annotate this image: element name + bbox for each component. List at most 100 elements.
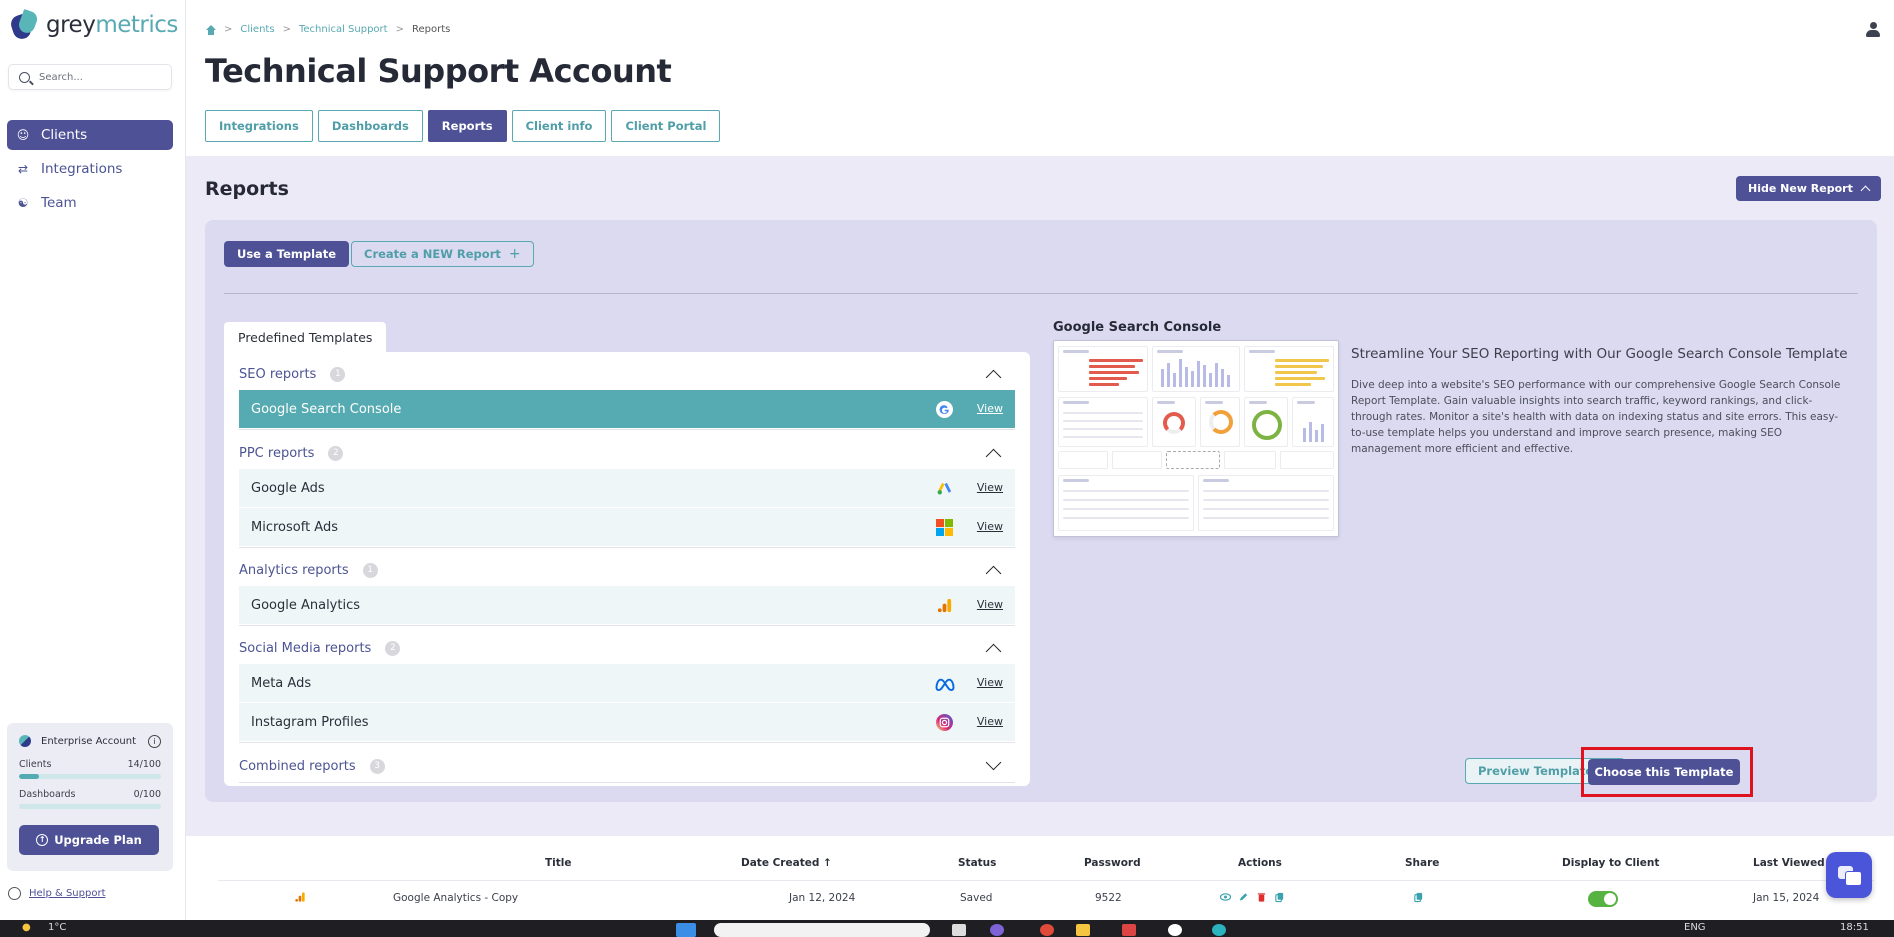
- app-icon[interactable]: [1122, 924, 1136, 936]
- create-new-report-button[interactable]: Create a NEW Report +: [351, 241, 534, 267]
- task-view-icon[interactable]: [952, 924, 966, 936]
- row-date-created: Jan 12, 2024: [789, 892, 856, 904]
- view-link[interactable]: View: [977, 715, 1003, 728]
- tab-client-portal[interactable]: Client Portal: [611, 110, 721, 142]
- choose-this-template-button[interactable]: Choose this Template: [1588, 759, 1740, 785]
- category-combined: Combined reports 3: [239, 750, 1015, 783]
- chat-widget-button[interactable]: [1826, 852, 1872, 898]
- column-header-last-viewed[interactable]: Last Viewed: [1753, 857, 1825, 869]
- view-link[interactable]: View: [977, 676, 1003, 689]
- share-copy-icon[interactable]: [1413, 891, 1424, 903]
- breadcrumb-separator: >: [282, 24, 291, 35]
- brand-logo[interactable]: greymetrics: [8, 8, 178, 42]
- row-title[interactable]: Google Analytics - Copy: [393, 892, 518, 904]
- column-header-date-created[interactable]: Date Created ↑: [741, 857, 832, 869]
- start-icon[interactable]: [676, 923, 696, 937]
- tab-client-info[interactable]: Client info: [511, 110, 607, 142]
- column-header-display-to-client: Display to Client: [1562, 857, 1660, 869]
- app-icon[interactable]: [1040, 924, 1054, 936]
- sidebar-nav: ☺ Clients ⇄ Integrations ☯ Team: [7, 120, 173, 222]
- template-google-analytics[interactable]: Google Analytics View: [239, 586, 1015, 624]
- column-header-password[interactable]: Password: [1084, 857, 1141, 869]
- clients-meter-fill: [19, 774, 39, 779]
- tab-reports[interactable]: Reports: [427, 110, 507, 142]
- search-box[interactable]: [8, 64, 172, 90]
- logo-mark-icon: [8, 8, 40, 42]
- clients-meter-label: Clients: [19, 759, 52, 770]
- tab-integrations[interactable]: Integrations: [205, 110, 313, 142]
- view-link[interactable]: View: [977, 402, 1003, 415]
- breadcrumb: > Clients > Technical Support > Reports: [205, 24, 450, 35]
- category-ppc: PPC reports 2 Google Ads View Microsoft …: [239, 437, 1015, 548]
- taskbar-search-input[interactable]: [714, 923, 930, 937]
- app-icon[interactable]: [990, 924, 1004, 936]
- dashboards-meter: Dashboards 0/100: [19, 789, 161, 809]
- chevron-up-icon[interactable]: [985, 369, 1002, 386]
- account-user-icon[interactable]: [1866, 22, 1880, 38]
- language-indicator[interactable]: ENG: [1684, 922, 1706, 933]
- sidebar-item-label: Clients: [41, 127, 88, 143]
- column-header-title[interactable]: Title: [545, 857, 572, 869]
- pencil-icon[interactable]: [1238, 891, 1249, 903]
- view-link[interactable]: View: [977, 520, 1003, 533]
- category-header[interactable]: Combined reports 3: [239, 750, 1015, 782]
- sidebar-item-clients[interactable]: ☺ Clients: [7, 120, 173, 150]
- google-analytics-icon: [295, 892, 305, 902]
- template-name: Instagram Profiles: [251, 714, 369, 730]
- sidebar-item-integrations[interactable]: ⇄ Integrations: [7, 154, 173, 184]
- create-new-report-label: Create a NEW Report: [364, 247, 501, 261]
- google-icon: [936, 401, 953, 418]
- chevron-up-icon[interactable]: [985, 448, 1002, 465]
- category-header[interactable]: Social Media reports 2: [239, 632, 1015, 664]
- folder-icon[interactable]: [1076, 924, 1090, 936]
- upgrade-plan-button[interactable]: ↑ Upgrade Plan: [19, 825, 159, 855]
- trash-icon[interactable]: [1256, 891, 1267, 903]
- category-header[interactable]: PPC reports 2: [239, 437, 1015, 469]
- sidebar-item-label: Team: [41, 195, 77, 211]
- use-template-button[interactable]: Use a Template: [224, 241, 350, 267]
- template-google-ads[interactable]: Google Ads View: [239, 469, 1015, 507]
- search-input[interactable]: [39, 71, 159, 83]
- chrome-icon[interactable]: [1168, 924, 1182, 936]
- chevron-up-icon: [1860, 185, 1871, 196]
- help-support-link[interactable]: Help & Support: [8, 887, 105, 900]
- category-count-badge: 2: [385, 640, 401, 656]
- template-google-search-console[interactable]: Google Search Console View: [239, 390, 1015, 428]
- home-icon[interactable]: [205, 24, 216, 35]
- tab-predefined-templates[interactable]: Predefined Templates: [224, 322, 387, 352]
- template-description-heading: Streamline Your SEO Reporting with Our G…: [1351, 346, 1848, 362]
- template-meta-ads[interactable]: Meta Ads View: [239, 664, 1015, 702]
- view-link[interactable]: View: [977, 481, 1003, 494]
- column-header-status[interactable]: Status: [958, 857, 996, 869]
- chevron-up-icon[interactable]: [985, 643, 1002, 660]
- category-analytics: Analytics reports 1 Google Analytics Vie…: [239, 554, 1015, 626]
- template-microsoft-ads[interactable]: Microsoft Ads View: [239, 508, 1015, 546]
- sidebar-item-team[interactable]: ☯ Team: [7, 188, 173, 218]
- category-header[interactable]: Analytics reports 1: [239, 554, 1015, 586]
- clients-meter: Clients 14/100: [19, 759, 161, 779]
- copy-icon[interactable]: [1274, 891, 1285, 903]
- template-preview-thumbnail[interactable]: [1053, 340, 1339, 537]
- weather-temperature[interactable]: 1°C: [48, 922, 66, 933]
- category-header[interactable]: SEO reports 1: [239, 358, 1015, 390]
- hide-new-report-button[interactable]: Hide New Report: [1736, 176, 1881, 201]
- dashboards-meter-value: 0/100: [133, 789, 161, 800]
- template-detail-title: Google Search Console: [1053, 320, 1222, 335]
- display-to-client-toggle[interactable]: [1588, 891, 1618, 907]
- weather-icon[interactable]: ●: [22, 922, 31, 933]
- app-icon[interactable]: [1212, 924, 1226, 936]
- breadcrumb-technical-support[interactable]: Technical Support: [299, 24, 388, 35]
- template-instagram-profiles[interactable]: Instagram Profiles View: [239, 703, 1015, 741]
- view-link[interactable]: View: [977, 598, 1003, 611]
- template-name: Microsoft Ads: [251, 519, 338, 535]
- chevron-down-icon[interactable]: [985, 754, 1002, 771]
- arrows-icon: ⇄: [17, 162, 29, 176]
- meta-icon: [935, 678, 955, 692]
- clock[interactable]: 18:51: [1840, 922, 1869, 933]
- eye-icon[interactable]: [1220, 891, 1231, 903]
- tab-dashboards[interactable]: Dashboards: [317, 110, 423, 142]
- info-icon[interactable]: i: [148, 734, 161, 748]
- breadcrumb-clients[interactable]: Clients: [240, 24, 274, 35]
- divider: [224, 293, 1858, 294]
- chevron-up-icon[interactable]: [985, 565, 1002, 582]
